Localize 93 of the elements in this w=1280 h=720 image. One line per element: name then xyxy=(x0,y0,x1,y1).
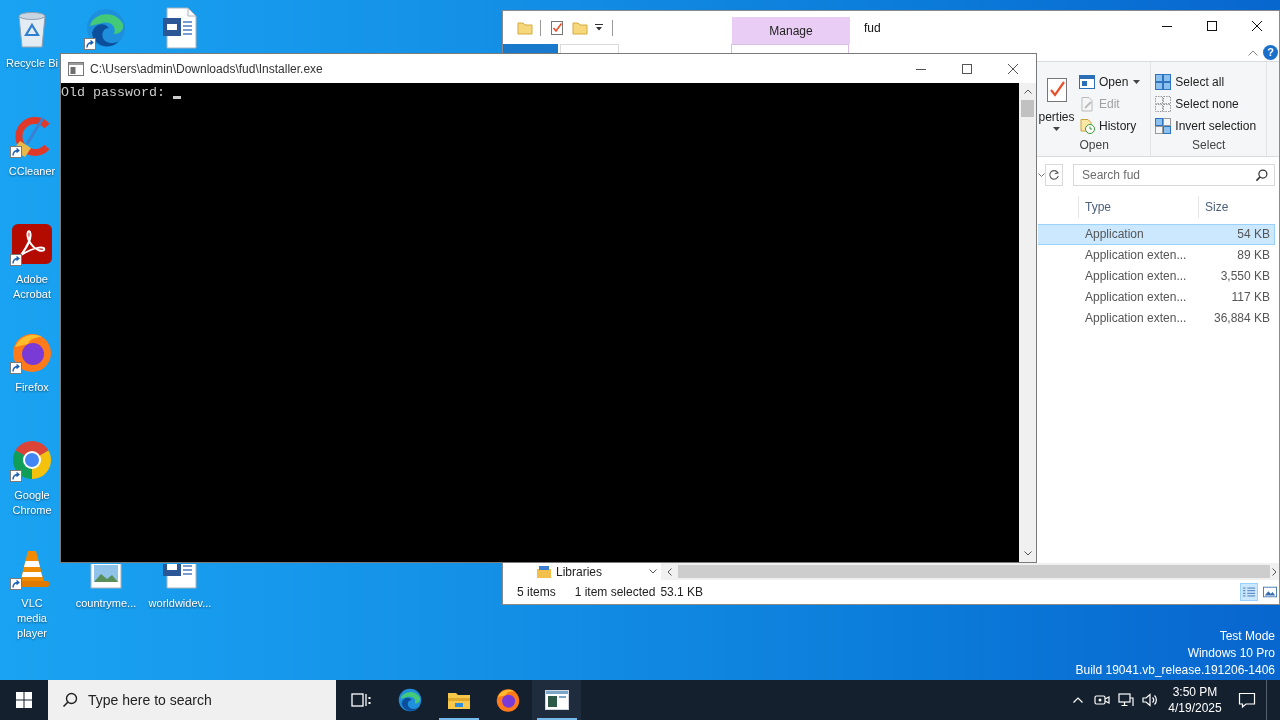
window-title: fud xyxy=(864,20,881,35)
swirl-tile-icon xyxy=(10,222,54,266)
chevron-down-icon[interactable] xyxy=(649,569,657,574)
half-grid-icon xyxy=(1155,118,1172,134)
file-row[interactable]: Application exten... 3,550 KB xyxy=(1038,266,1275,287)
pencil-document-icon xyxy=(1079,96,1095,112)
clock[interactable]: 3:50 PM 4/19/2025 xyxy=(1162,684,1228,716)
wave-circle-icon xyxy=(396,687,423,713)
chevron-left-icon[interactable] xyxy=(667,567,672,576)
taskbar-button[interactable] xyxy=(532,680,581,720)
table-cell-text: 117 KB xyxy=(1230,289,1271,306)
list-icon xyxy=(1242,586,1256,598)
refresh-icon xyxy=(1048,169,1060,181)
caret-icon xyxy=(1133,80,1141,84)
status-text: 1 item selected xyxy=(574,585,656,599)
file-row[interactable]: Application 54 KB xyxy=(1038,224,1275,245)
window-icon xyxy=(1079,74,1095,90)
open-button[interactable]: Open xyxy=(1077,71,1143,93)
console-text: Old password: xyxy=(61,85,165,101)
folder-icon xyxy=(446,690,471,710)
close-icon xyxy=(1008,63,1018,74)
help-button[interactable]: ? xyxy=(1263,45,1278,60)
maximize-icon xyxy=(962,63,972,74)
check-document-icon xyxy=(1045,77,1068,103)
window-title: C:\Users\admin\Downloads\fud\Installer.exe xyxy=(90,61,323,76)
table-cell-text: Application exten... xyxy=(1084,268,1188,285)
windows-logo-icon xyxy=(16,692,32,708)
table-cell-text: 36,884 KB xyxy=(1212,310,1271,327)
scrollbar-thumb[interactable] xyxy=(678,565,1270,578)
select-none-button[interactable]: Select none xyxy=(1153,93,1241,115)
table-cell-text: Application exten... xyxy=(1084,289,1188,306)
segmented-circle-icon xyxy=(10,438,54,482)
status-text: 53.1 KB xyxy=(660,585,704,599)
shortcut-arrow-icon xyxy=(10,146,22,158)
notification-icon[interactable] xyxy=(1238,691,1256,709)
close-icon xyxy=(1251,21,1262,31)
search-field[interactable]: Search fud xyxy=(1073,164,1275,186)
system-notice-text: Windows 10 Pro xyxy=(1187,645,1275,662)
clock-document-icon xyxy=(1079,118,1095,134)
camera-icon[interactable] xyxy=(1094,692,1110,708)
select-all-button[interactable]: Select all xyxy=(1153,71,1227,93)
system-notice-text: Test Mode xyxy=(1219,628,1275,645)
check-document-icon[interactable] xyxy=(549,19,565,36)
search-field[interactable]: Type here to search xyxy=(48,680,336,720)
scrollbar-thumb[interactable] xyxy=(1021,100,1034,117)
table-cell-text: Application exten... xyxy=(1084,247,1188,264)
console-window-icon xyxy=(544,690,569,710)
shortcut-arrow-icon xyxy=(10,578,22,590)
shortcut-arrow-icon xyxy=(10,362,22,374)
details-view-button[interactable] xyxy=(1240,583,1258,601)
chevron-down-icon[interactable] xyxy=(1038,173,1045,177)
history-button[interactable]: History xyxy=(1077,115,1139,137)
wave-circle-icon xyxy=(84,6,128,50)
maximize-icon xyxy=(1206,21,1217,31)
table-cell-text: 89 KB xyxy=(1236,247,1271,264)
task-view-icon xyxy=(350,692,371,708)
context-tab-header[interactable]: Manage xyxy=(732,17,850,44)
volume-icon[interactable] xyxy=(1142,692,1158,708)
system-notice-text: Build 19041.vb_release.191206-1406 xyxy=(1075,662,1275,679)
grid-icon xyxy=(1155,74,1172,90)
refresh-button[interactable] xyxy=(1045,164,1063,186)
status-text: 5 items xyxy=(517,585,556,599)
properties-button[interactable]: perties xyxy=(1038,71,1075,131)
shortcut-arrow-icon xyxy=(10,254,22,266)
column-header[interactable]: Type xyxy=(1078,196,1198,218)
file-row[interactable]: Application exten... 89 KB xyxy=(1038,245,1275,266)
group-label: Select xyxy=(1192,137,1226,154)
caret-icon[interactable] xyxy=(595,24,603,31)
chevron-right-icon[interactable] xyxy=(1272,567,1277,576)
picture-icon xyxy=(1263,586,1277,598)
invert-selection-button[interactable]: Invert selection xyxy=(1153,115,1259,137)
desktop-item[interactable] xyxy=(84,6,128,50)
file-row[interactable]: Application exten... 117 KB xyxy=(1038,287,1275,308)
dotted-grid-icon xyxy=(1155,96,1172,112)
table-cell-text: Application xyxy=(1084,226,1145,243)
search-icon[interactable] xyxy=(1255,168,1268,182)
chevron-down-icon[interactable] xyxy=(1023,551,1032,556)
caret-icon xyxy=(1053,127,1060,131)
console-window-icon xyxy=(68,61,84,76)
file-row[interactable]: Application exten... 36,884 KB xyxy=(1038,308,1275,329)
table-cell-text: 3,550 KB xyxy=(1219,268,1271,285)
library-icon xyxy=(536,563,552,580)
shortcut-arrow-icon xyxy=(84,38,96,50)
column-header[interactable]: Size xyxy=(1198,196,1275,218)
search-icon xyxy=(62,692,78,708)
network-icon[interactable] xyxy=(1118,692,1134,708)
table-cell-text: 54 KB xyxy=(1236,226,1271,243)
chevron-up-icon[interactable] xyxy=(1023,89,1032,94)
ring-logo-icon xyxy=(494,687,521,713)
group-label: Open xyxy=(1079,137,1109,154)
shortcut-arrow-icon xyxy=(10,470,22,482)
nav-item[interactable]: Libraries xyxy=(536,563,603,580)
table-cell-text: Application exten... xyxy=(1084,310,1188,327)
